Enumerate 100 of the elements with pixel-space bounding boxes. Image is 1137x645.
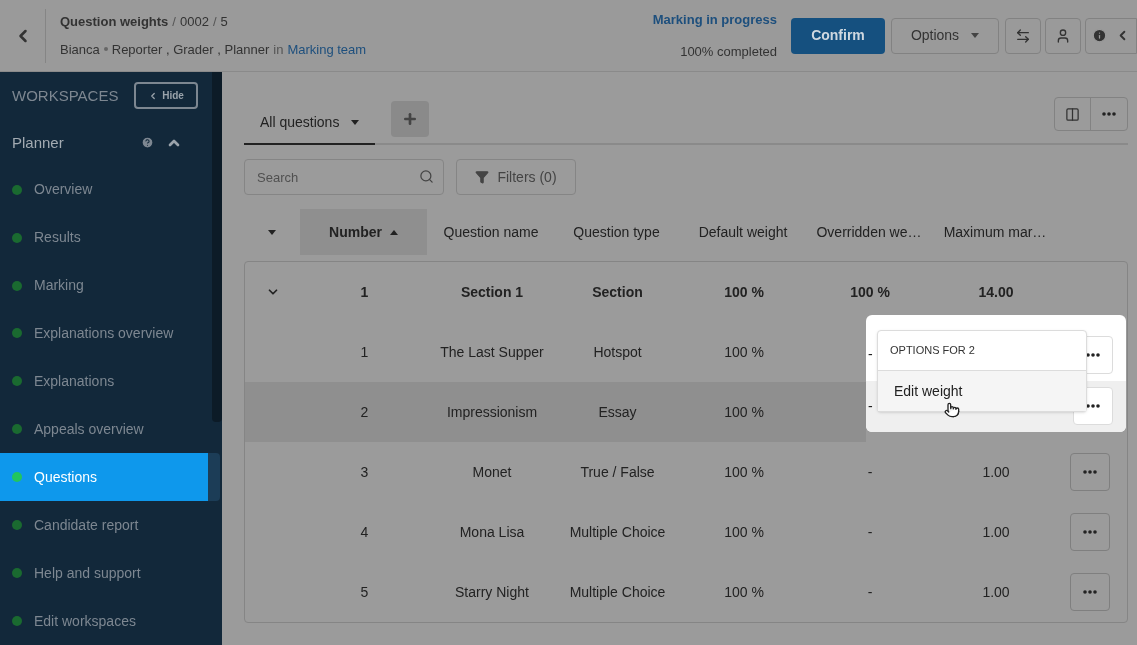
table-cell-text: 1: [359, 282, 370, 302]
table-cell-text: 100 %: [723, 462, 765, 482]
sidebar-item[interactable]: Results: [0, 213, 212, 262]
workspaces-heading: WORKSPACES: [12, 85, 119, 106]
table-cell-text: Section: [591, 282, 644, 302]
table-cell-text: Impressionism: [445, 402, 539, 422]
switch-button[interactable]: [1005, 17, 1041, 54]
table-cell-text: Section 1: [459, 282, 525, 302]
swap-icon: [1015, 27, 1031, 44]
search-field[interactable]: Search: [244, 159, 444, 195]
caret-icon: [971, 33, 980, 38]
table-cell-text: 1.00: [981, 582, 1011, 602]
more-icon: [1102, 112, 1116, 116]
table-cell-text: Monet: [471, 462, 513, 482]
table-row[interactable]: 1 Section 1 Section 100 % 100 % 14.00: [245, 262, 1127, 322]
status-text: Marking in progress: [652, 11, 777, 29]
table-cell-text: The Last Supper: [439, 342, 545, 362]
table-cell-text: Multiple Choice: [568, 582, 667, 602]
table-cell-text: Hotspot: [592, 342, 643, 362]
menu-item[interactable]: Edit weight: [878, 371, 1086, 411]
sort-icon: [389, 229, 398, 235]
confirm-button[interactable]: Confirm: [791, 17, 885, 54]
more-button[interactable]: [1070, 453, 1110, 491]
caret-icon: [351, 119, 360, 125]
table-row[interactable]: 4 Mona Lisa Multiple Choice 100 % - 1.00: [245, 502, 1127, 562]
table-row[interactable]: 2 Impressionism Essay 100 %: [245, 382, 866, 442]
column-header: Question name: [442, 222, 540, 242]
more-icon: [1086, 352, 1100, 357]
page-title: Question weights: [60, 13, 169, 31]
table-cell-text: 14.00: [977, 282, 1015, 302]
plus-icon: [402, 111, 419, 127]
table-cell-text: 1.00: [981, 462, 1011, 482]
table-cell-text: 5: [359, 582, 370, 602]
sidebar-item[interactable]: Explanations overview: [0, 309, 212, 358]
table-cell-text: 100 %: [723, 582, 765, 602]
table-row[interactable]: 1 The Last Supper Hotspot 100 %: [245, 322, 866, 382]
more-icon: [1083, 470, 1097, 474]
table-cell-text: True / False: [579, 462, 656, 482]
user-name: Bianca: [60, 40, 100, 59]
more-icon: [1083, 530, 1097, 534]
table-cell-text: 1: [359, 342, 370, 362]
table-cell-text: 3: [359, 462, 370, 482]
column-header: Overridden we…: [815, 222, 923, 242]
table-cell-text: 4: [359, 522, 370, 542]
filters-button[interactable]: Filters (0): [456, 159, 576, 195]
table-cell-text: Multiple Choice: [568, 522, 667, 542]
sidebar-item[interactable]: Appeals overview: [0, 405, 212, 454]
more-button[interactable]: [1070, 513, 1110, 551]
sidebar-item[interactable]: Questions: [0, 453, 208, 502]
table-cell-text: -: [866, 582, 874, 602]
table-row[interactable]: 3 Monet True / False 100 % - 1.00: [245, 442, 1127, 502]
sidebar-item[interactable]: Marking: [0, 261, 212, 310]
user-icon: [1055, 27, 1071, 44]
sidebar-item[interactable]: Explanations: [0, 357, 212, 406]
column-header: Default weight: [697, 222, 789, 242]
team-link[interactable]: Marking team: [287, 39, 367, 59]
filter-icon: [475, 170, 490, 184]
table-cell-text: -: [868, 396, 873, 416]
breadcrumb: 5: [220, 13, 228, 31]
table-cell-text: -: [866, 462, 874, 482]
sidebar-item[interactable]: Candidate report: [0, 501, 212, 550]
columns-icon: [1065, 106, 1080, 122]
table-cell-text: 1.00: [981, 522, 1011, 542]
column-header: Maximum mar…: [942, 222, 1048, 242]
more-icon: [1086, 404, 1100, 409]
user-roles: Reporter , Grader , Planner: [111, 40, 270, 59]
table-cell-text: -: [866, 522, 874, 542]
progress-text: 100% completed: [680, 42, 777, 61]
info-button[interactable]: [1085, 17, 1137, 54]
options-button[interactable]: Options: [891, 17, 999, 54]
add-tab-button[interactable]: [391, 101, 430, 137]
hide-button[interactable]: Hide: [134, 82, 198, 110]
breadcrumb: 0002: [179, 13, 209, 31]
user-button[interactable]: [1045, 17, 1081, 54]
table-cell-text: 100 %: [849, 282, 891, 302]
sidebar-item[interactable]: Overview: [0, 165, 212, 214]
in-label: in: [273, 40, 284, 59]
table-cell-text: 100 %: [723, 522, 765, 542]
sidebar-item[interactable]: Help and support: [0, 549, 212, 598]
column-header[interactable]: Number: [300, 209, 427, 255]
table-cell-text: 100 %: [723, 342, 765, 362]
search-icon: [419, 169, 434, 184]
table-cell-text: 100 %: [723, 402, 765, 422]
caret-icon: [268, 229, 276, 235]
more-icon: [1083, 590, 1097, 594]
table-row[interactable]: 5 Starry Night Multiple Choice 100 % - 1.00: [245, 562, 1127, 622]
table-cell-text: -: [868, 345, 873, 365]
tab[interactable]: All questions: [244, 101, 376, 145]
scrollbar[interactable]: [212, 72, 222, 422]
sidebar-item[interactable]: Edit workspaces: [0, 597, 212, 645]
table-cell-text: 2: [359, 402, 370, 422]
help-icon: [141, 136, 154, 150]
table-cell-text: Starry Night: [454, 582, 530, 602]
info-icon: [1092, 28, 1107, 43]
table-cell-text: Mona Lisa: [458, 522, 526, 542]
table-cell-text: 100 %: [723, 282, 765, 302]
table-cell-text: Essay: [597, 402, 638, 422]
workspace-name: Planner: [12, 132, 64, 153]
breadcrumb-separator: /: [212, 13, 217, 31]
more-button[interactable]: [1070, 573, 1110, 611]
